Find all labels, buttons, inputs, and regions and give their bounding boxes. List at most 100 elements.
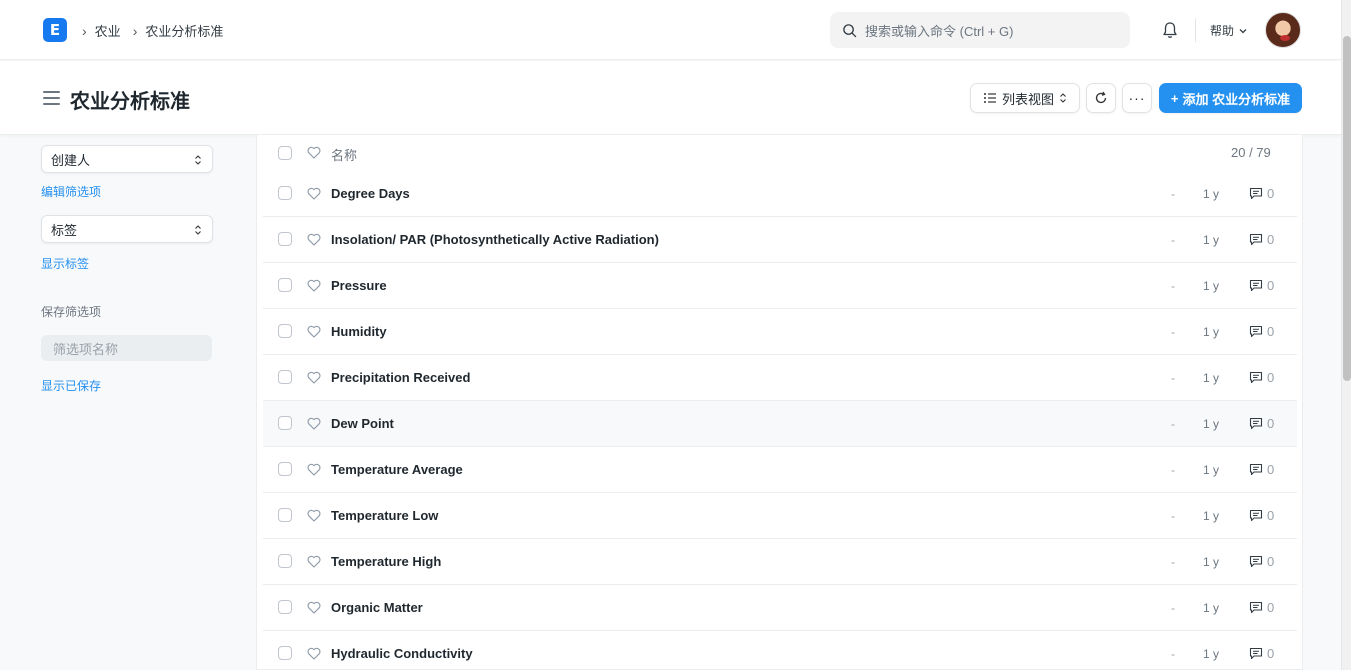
more-actions-button[interactable]: ··· bbox=[1122, 83, 1152, 113]
row-status: - bbox=[1171, 417, 1175, 431]
heart-icon[interactable] bbox=[307, 463, 321, 476]
row-checkbox[interactable] bbox=[278, 278, 292, 292]
heart-icon[interactable] bbox=[307, 417, 321, 430]
select-caret-icon bbox=[195, 155, 201, 165]
tags-select[interactable]: 标签 bbox=[41, 215, 213, 243]
row-comments[interactable]: 0 bbox=[1249, 508, 1274, 523]
row-title[interactable]: Hydraulic Conductivity bbox=[331, 646, 473, 661]
heart-icon[interactable] bbox=[307, 233, 321, 246]
row-checkbox[interactable] bbox=[278, 462, 292, 476]
list-row[interactable]: Pressure - 1 y 0 bbox=[263, 263, 1297, 309]
page-scrollbar[interactable] bbox=[1341, 0, 1351, 670]
list-row[interactable]: Dew Point - 1 y 0 bbox=[263, 401, 1297, 447]
row-title[interactable]: Temperature Average bbox=[331, 462, 463, 477]
row-modified: 1 y bbox=[1203, 601, 1220, 615]
row-comments[interactable]: 0 bbox=[1249, 600, 1274, 615]
list-row[interactable]: Insolation/ PAR (Photosynthetically Acti… bbox=[263, 217, 1297, 263]
row-status: - bbox=[1171, 601, 1175, 615]
row-checkbox[interactable] bbox=[278, 600, 292, 614]
row-title[interactable]: Humidity bbox=[331, 324, 387, 339]
search-input[interactable]: 搜索或输入命令 (Ctrl + G) bbox=[865, 21, 1013, 40]
created-by-label: 创建人 bbox=[51, 152, 91, 168]
avatar[interactable] bbox=[1265, 12, 1301, 48]
row-title[interactable]: Precipitation Received bbox=[331, 370, 470, 385]
row-comments[interactable]: 0 bbox=[1249, 278, 1274, 293]
row-title[interactable]: Temperature Low bbox=[331, 508, 438, 523]
list-row[interactable]: Degree Days - 1 y 0 bbox=[263, 171, 1297, 217]
heart-icon[interactable] bbox=[307, 647, 321, 660]
refresh-button[interactable] bbox=[1086, 83, 1116, 113]
select-all-checkbox[interactable] bbox=[278, 146, 292, 160]
comment-count: 0 bbox=[1267, 324, 1275, 339]
bell-icon[interactable] bbox=[1160, 20, 1180, 40]
breadcrumb-item-current[interactable]: 农业分析标准 bbox=[145, 21, 223, 40]
heart-icon[interactable] bbox=[307, 601, 321, 614]
plus-icon: + bbox=[1170, 90, 1179, 106]
app-logo[interactable]: E bbox=[43, 18, 67, 42]
heart-icon[interactable] bbox=[307, 325, 321, 338]
row-title[interactable]: Pressure bbox=[331, 278, 387, 293]
heart-icon[interactable] bbox=[307, 371, 321, 384]
sidebar-toggle-icon[interactable] bbox=[43, 91, 60, 105]
row-comments[interactable]: 0 bbox=[1249, 324, 1274, 339]
row-checkbox[interactable] bbox=[278, 554, 292, 568]
row-status: - bbox=[1171, 555, 1175, 569]
heart-icon[interactable] bbox=[307, 279, 321, 292]
heart-icon[interactable] bbox=[307, 146, 321, 159]
row-status: - bbox=[1171, 647, 1175, 661]
show-saved-link[interactable]: 显示已保存 bbox=[41, 377, 101, 394]
heart-icon[interactable] bbox=[307, 509, 321, 522]
row-comments[interactable]: 0 bbox=[1249, 462, 1274, 477]
page-header: 农业分析标准 列表视图 ··· + 添加 农业分析标准 bbox=[0, 61, 1341, 135]
breadcrumb-item-agriculture[interactable]: 农业 bbox=[95, 21, 121, 40]
row-checkbox[interactable] bbox=[278, 324, 292, 338]
search-bar[interactable]: 搜索或输入命令 (Ctrl + G) bbox=[830, 12, 1130, 48]
list-view-button[interactable]: 列表视图 bbox=[970, 83, 1080, 113]
row-title[interactable]: Dew Point bbox=[331, 416, 394, 431]
row-checkbox[interactable] bbox=[278, 186, 292, 200]
comment-icon bbox=[1249, 279, 1263, 292]
list-row[interactable]: Temperature High - 1 y 0 bbox=[263, 539, 1297, 585]
row-comments[interactable]: 0 bbox=[1249, 232, 1274, 247]
filter-name-input[interactable]: 筛选项名称 bbox=[41, 335, 212, 361]
row-checkbox[interactable] bbox=[278, 646, 292, 660]
list-row[interactable]: Hydraulic Conductivity - 1 y 0 bbox=[263, 631, 1297, 669]
row-title[interactable]: Degree Days bbox=[331, 186, 410, 201]
list-row[interactable]: Temperature Average - 1 y 0 bbox=[263, 447, 1297, 493]
row-comments[interactable]: 0 bbox=[1249, 646, 1274, 661]
row-title[interactable]: Insolation/ PAR (Photosynthetically Acti… bbox=[331, 232, 659, 247]
row-checkbox[interactable] bbox=[278, 416, 292, 430]
created-by-select[interactable]: 创建人 bbox=[41, 145, 213, 173]
row-title[interactable]: Temperature High bbox=[331, 554, 441, 569]
row-status: - bbox=[1171, 509, 1175, 523]
heart-icon[interactable] bbox=[307, 187, 321, 200]
row-checkbox[interactable] bbox=[278, 232, 292, 246]
row-status: - bbox=[1171, 279, 1175, 293]
comment-icon bbox=[1249, 233, 1263, 246]
help-dropdown[interactable]: 帮助 bbox=[1210, 22, 1248, 39]
heart-icon[interactable] bbox=[307, 555, 321, 568]
row-comments[interactable]: 0 bbox=[1249, 370, 1274, 385]
comment-icon bbox=[1249, 325, 1263, 338]
row-comments[interactable]: 0 bbox=[1249, 186, 1274, 201]
list-row[interactable]: Humidity - 1 y 0 bbox=[263, 309, 1297, 355]
row-checkbox[interactable] bbox=[278, 508, 292, 522]
edit-filters-link[interactable]: 编辑筛选项 bbox=[41, 183, 101, 200]
help-label: 帮助 bbox=[1210, 24, 1235, 38]
list-icon bbox=[983, 93, 996, 103]
comment-icon bbox=[1249, 647, 1263, 660]
comment-count: 0 bbox=[1267, 600, 1275, 615]
row-comments[interactable]: 0 bbox=[1249, 416, 1274, 431]
list-row[interactable]: Precipitation Received - 1 y 0 bbox=[263, 355, 1297, 401]
show-tags-link[interactable]: 显示标签 bbox=[41, 255, 89, 272]
scrollbar-thumb[interactable] bbox=[1343, 36, 1351, 381]
list-row[interactable]: Organic Matter - 1 y 0 bbox=[263, 585, 1297, 631]
row-comments[interactable]: 0 bbox=[1249, 554, 1274, 569]
list-row[interactable]: Temperature Low - 1 y 0 bbox=[263, 493, 1297, 539]
row-status: - bbox=[1171, 233, 1175, 247]
row-title[interactable]: Organic Matter bbox=[331, 600, 423, 615]
row-checkbox[interactable] bbox=[278, 370, 292, 384]
add-record-button[interactable]: + 添加 农业分析标准 bbox=[1159, 83, 1302, 113]
nav-divider bbox=[1195, 18, 1196, 42]
row-modified: 1 y bbox=[1203, 509, 1220, 523]
